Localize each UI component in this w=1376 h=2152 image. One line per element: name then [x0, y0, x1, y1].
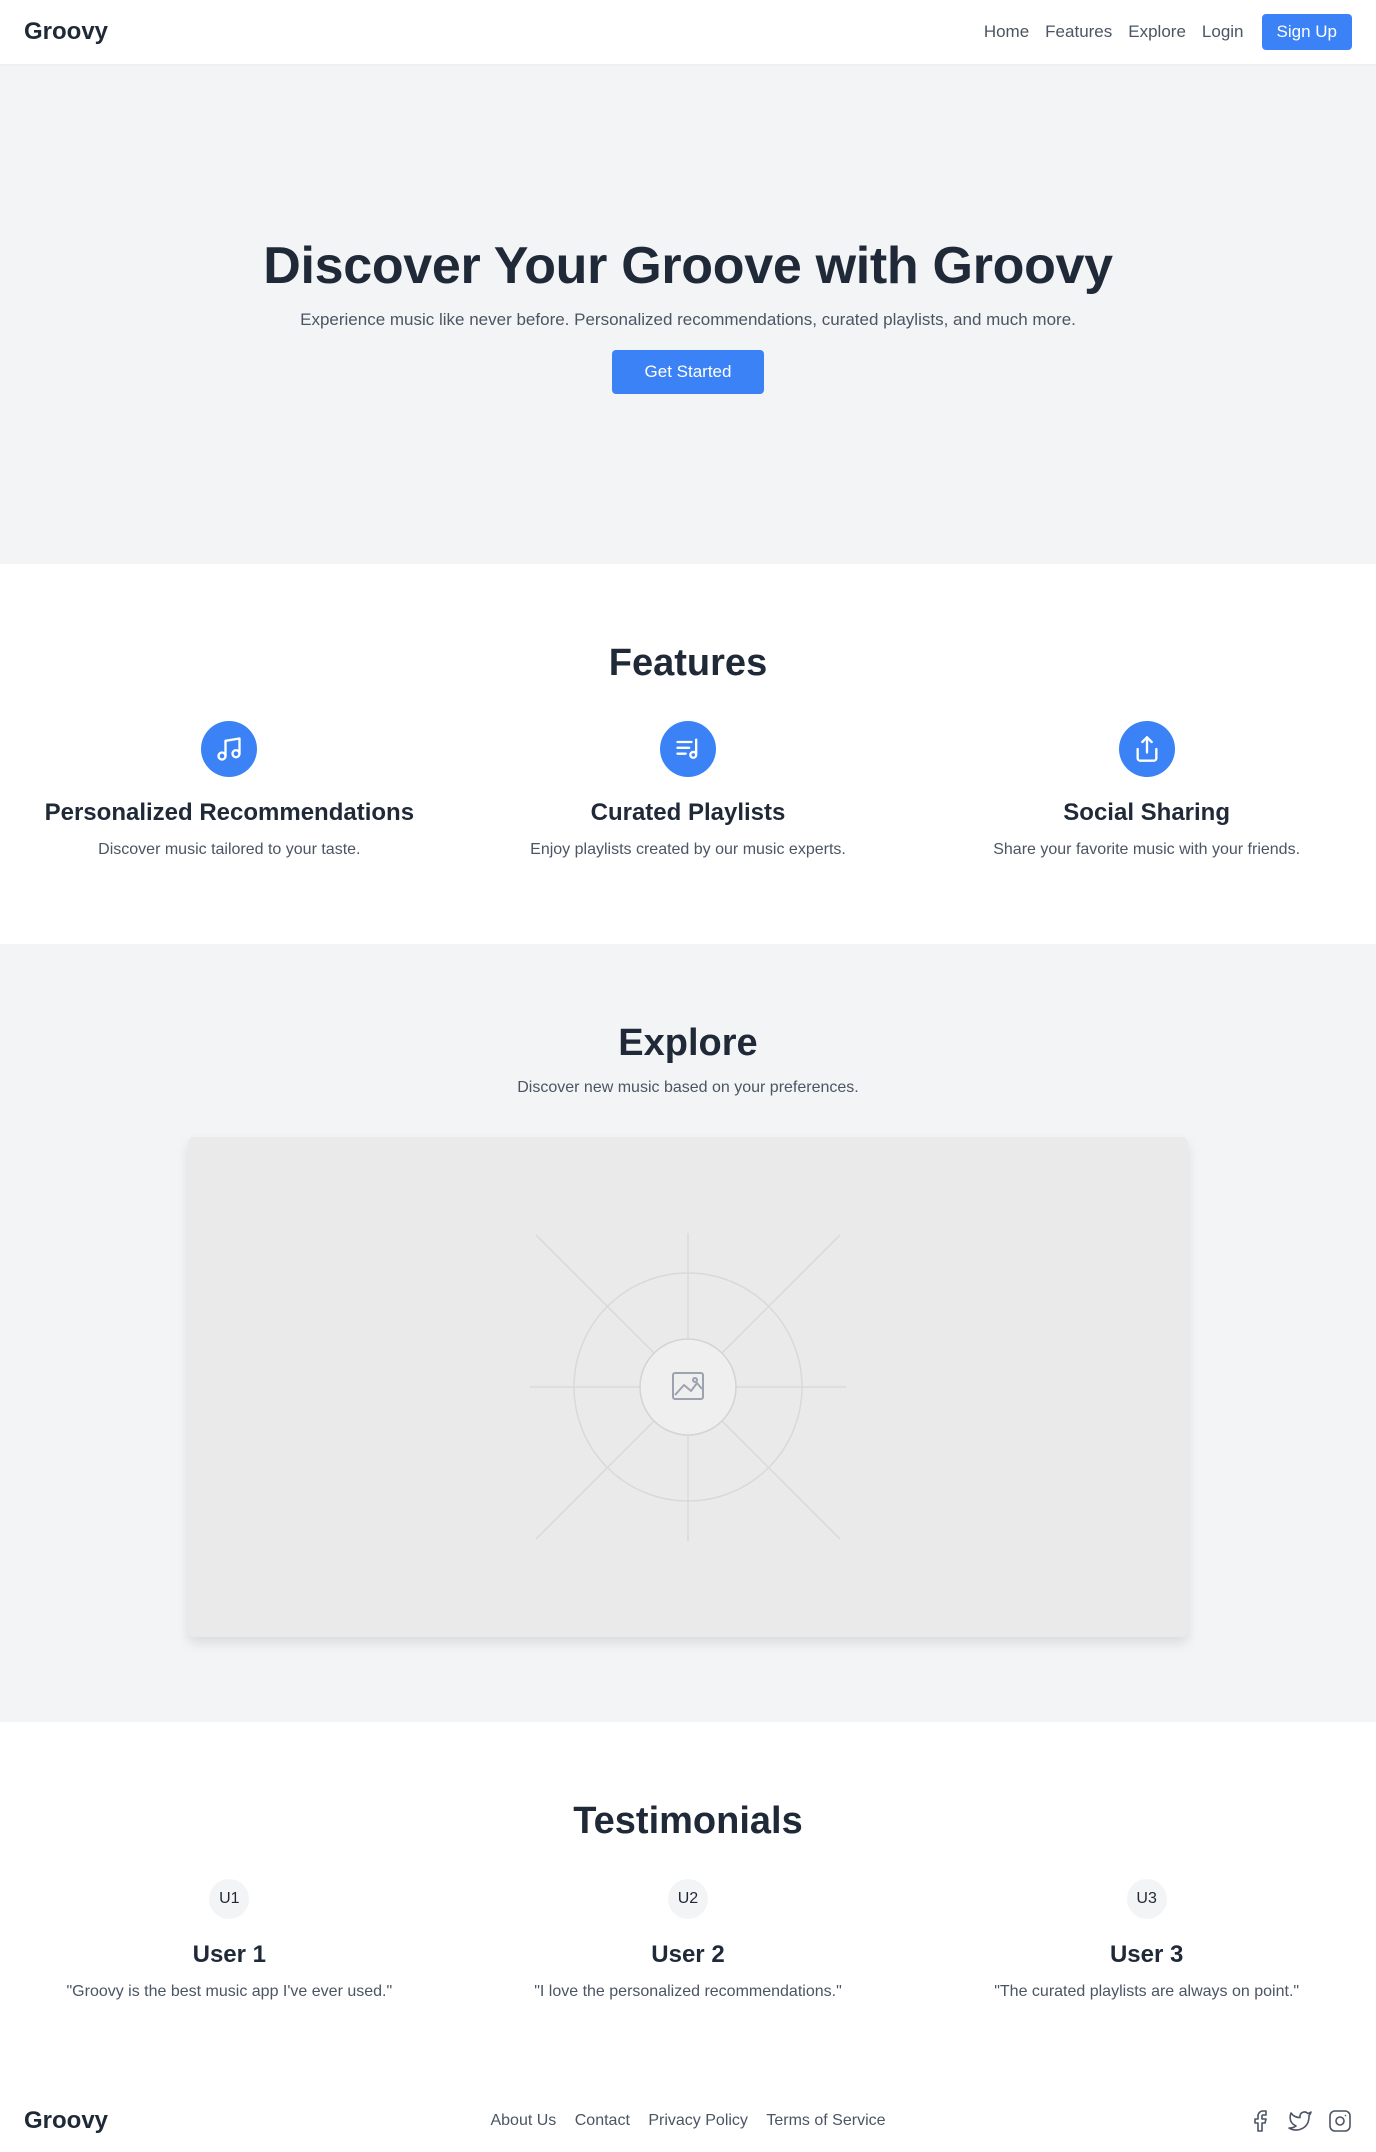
- testimonial-name: User 1: [192, 1941, 267, 1968]
- testimonial-card: U1 User 1 "Groovy is the best music app …: [0, 1879, 459, 2001]
- feature-title: Social Sharing: [1063, 799, 1230, 826]
- testimonial-card: U3 User 3 "The curated playlists are alw…: [917, 1879, 1376, 2001]
- hero-title: Discover Your Groove with Groovy: [263, 237, 1113, 295]
- footer-brand[interactable]: Groovy: [24, 2107, 108, 2135]
- feature-card: Personalized Recommendations Discover mu…: [0, 721, 459, 859]
- avatar: U3: [1126, 1879, 1167, 1919]
- feature-card: Curated Playlists Enjoy playlists create…: [459, 721, 918, 859]
- testimonial-quote: "The curated playlists are always on poi…: [994, 1983, 1300, 2000]
- image-placeholder-icon: [530, 1233, 846, 1541]
- features-title: Features: [608, 642, 768, 684]
- hero-subtitle: Experience music like never before. Pers…: [300, 310, 1076, 329]
- feature-description: Share your favorite music with your frie…: [993, 841, 1301, 858]
- feature-grid: Personalized Recommendations Discover mu…: [0, 721, 1376, 859]
- explore-section: Explore Discover new music based on your…: [0, 944, 1376, 1722]
- get-started-button[interactable]: Get Started: [612, 350, 764, 394]
- sign-up-button[interactable]: Sign Up: [1261, 14, 1352, 50]
- music-note-icon: [201, 721, 258, 777]
- nav-link-home[interactable]: Home: [984, 22, 1029, 42]
- testimonial-grid: U1 User 1 "Groovy is the best music app …: [0, 1879, 1376, 2001]
- nav-link-login[interactable]: Login: [1202, 22, 1244, 42]
- social-links: [1232, 2109, 1352, 2133]
- feature-description: Enjoy playlists created by our music exp…: [530, 841, 846, 858]
- nav-links: Home Features Explore Login Sign Up: [968, 14, 1352, 50]
- hero-section: Discover Your Groove with Groovy Experie…: [0, 64, 1376, 564]
- footer-link-terms[interactable]: Terms of Service: [766, 2112, 885, 2129]
- testimonial-quote: "Groovy is the best music app I've ever …: [66, 1983, 393, 2000]
- feature-card: Social Sharing Share your favorite music…: [917, 721, 1376, 859]
- testimonial-name: User 3: [1109, 1941, 1184, 1968]
- footer: Groovy About Us Contact Privacy Policy T…: [0, 2090, 1376, 2152]
- features-section: Features Personalized Recommendations Di…: [0, 564, 1376, 944]
- feature-description: Discover music tailored to your taste.: [98, 841, 361, 858]
- brand-logo[interactable]: Groovy: [24, 18, 108, 46]
- footer-links: About Us Contact Privacy Policy Terms of…: [0, 2112, 1376, 2130]
- testimonial-quote: "I love the personalized recommendations…: [534, 1983, 842, 2000]
- playlist-icon: [659, 721, 716, 777]
- navbar: Groovy Home Features Explore Login Sign …: [0, 0, 1376, 64]
- testimonials-title: Testimonials: [573, 1800, 803, 1842]
- feature-title: Curated Playlists: [590, 799, 786, 826]
- twitter-icon[interactable]: [1288, 2109, 1312, 2133]
- footer-link-about[interactable]: About Us: [490, 2112, 556, 2129]
- avatar: U1: [209, 1879, 250, 1919]
- testimonial-name: User 2: [651, 1941, 725, 1968]
- nav-link-features[interactable]: Features: [1045, 22, 1112, 42]
- footer-link-privacy[interactable]: Privacy Policy: [648, 2112, 748, 2129]
- testimonials-section: Testimonials U1 User 1 "Groovy is the be…: [0, 1722, 1376, 2090]
- feature-title: Personalized Recommendations: [44, 799, 415, 826]
- instagram-icon[interactable]: [1328, 2109, 1352, 2133]
- facebook-icon[interactable]: [1248, 2109, 1272, 2133]
- share-icon: [1118, 721, 1175, 777]
- explore-subtitle: Discover new music based on your prefere…: [517, 1079, 859, 1096]
- footer-link-contact[interactable]: Contact: [575, 2112, 630, 2129]
- nav-link-explore[interactable]: Explore: [1128, 22, 1186, 42]
- testimonial-card: U2 User 2 "I love the personalized recom…: [459, 1879, 918, 2001]
- explore-media-placeholder: [188, 1137, 1188, 1637]
- avatar: U2: [667, 1879, 708, 1919]
- explore-title: Explore: [618, 1022, 758, 1064]
